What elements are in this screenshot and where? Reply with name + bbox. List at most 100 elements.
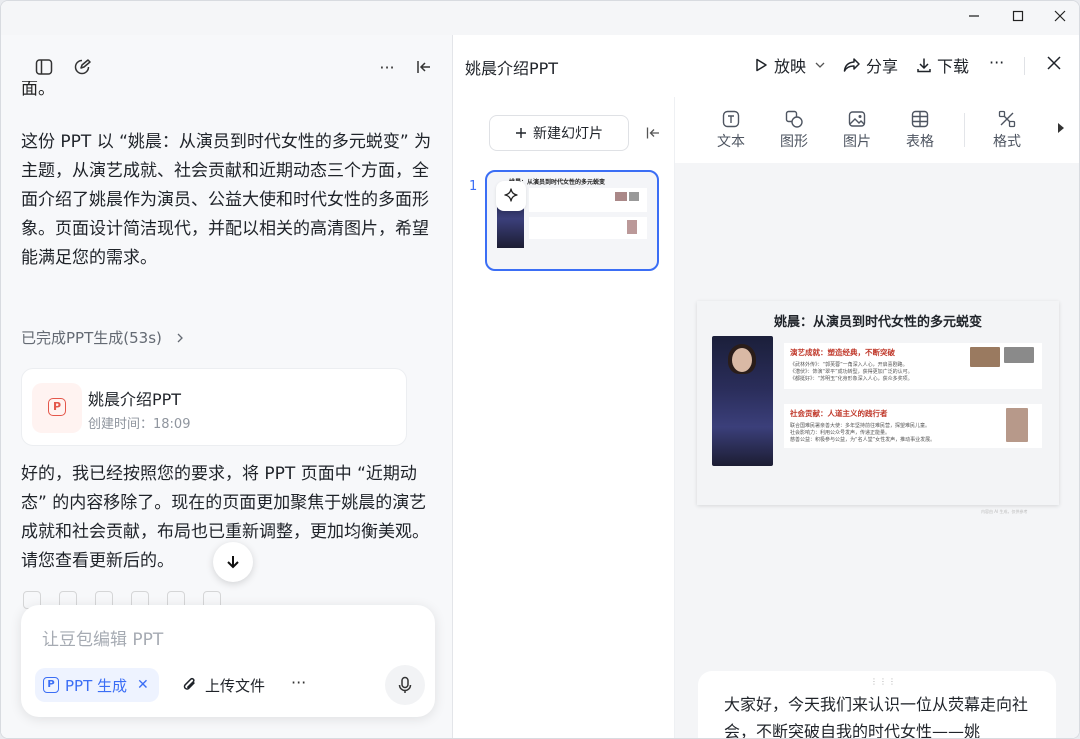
ppt-chip-icon: P (43, 677, 59, 693)
download-button[interactable]: 下载 (916, 53, 969, 77)
sidebar-toggle-button[interactable] (32, 55, 56, 79)
chat-pane: ··· 面。 这份 PPT 以 “姚晨：从演员到时代女性的多元蜕变” 为主题，从… (1, 35, 453, 738)
ppt-pane: 姚晨介绍PPT 放映 分享 下载 ··· 新建幻灯片 1 姚晨：从演员到时代女性… (453, 35, 1079, 738)
close-icon (1047, 56, 1061, 70)
new-slide-button[interactable]: 新建幻灯片 (489, 115, 629, 151)
ppt-file-card[interactable]: P 姚晨介绍PPT 创建时间：18:09 (21, 368, 407, 446)
slide-box-achievements[interactable]: 演艺成就：塑造经典，不断突破 《武林外传》：“郭芙蓉”一角深入人心，开启喜剧路。… (784, 343, 1042, 389)
play-icon (756, 58, 767, 72)
editor-toolbar: 文本 图形 图片 表格 格式 (675, 97, 1079, 163)
edit-icon (74, 59, 91, 75)
slide-thumbnail[interactable]: 姚晨：从演员到时代女性的多元蜕变 (485, 170, 659, 271)
speaker-notes[interactable]: ⋮⋮⋮ 大家好，今天我们来认识一位从荧幕走向社会，不断突破自我的时代女性——姚 (698, 671, 1056, 738)
header-divider (1024, 57, 1025, 75)
maximize-icon (1012, 10, 1024, 22)
sidebar-icon (35, 59, 53, 75)
slide-main-photo[interactable] (712, 336, 773, 466)
box-2-line: 社会影响力：利用公众号发声，传递正能量。 (790, 430, 891, 436)
box-1-line: 《潜伏》：饰演“翠平”成功转型，获得更加广泛的认可。 (790, 369, 913, 375)
assistant-message-2-tail: 。 (157, 551, 174, 571)
collapse-chat-button[interactable] (412, 55, 436, 79)
slide-thumbnails-panel: 新建幻灯片 1 姚晨：从演员到时代女性的多元蜕变 (453, 97, 675, 738)
share-button[interactable]: 分享 (843, 53, 898, 77)
download-label: 下载 (937, 57, 970, 76)
composer-more-button[interactable]: ··· (291, 673, 306, 692)
box-1-line: 《武林外传》：“郭芙蓉”一角深入人心，开启喜剧路。 (790, 362, 908, 368)
minimize-button[interactable] (959, 7, 989, 29)
header-more-button[interactable]: ··· (989, 53, 1004, 72)
thumbnail-mini-photo (627, 220, 637, 234)
tool-image-label: 图片 (843, 134, 871, 150)
chevron-right-icon (177, 333, 183, 343)
tool-image[interactable]: 图片 (835, 109, 879, 151)
voice-input-button[interactable] (385, 665, 425, 705)
box-2-photo (1006, 408, 1028, 442)
slide-canvas[interactable]: 姚晨：从演员到时代女性的多元蜕变 演艺成就：塑造经典，不断突破 《武林外传》：“… (697, 301, 1059, 505)
slide-editor: 文本 图形 图片 表格 格式 姚晨：从演员到时代女性的多元蜕变 演艺成就：塑造经… (675, 97, 1079, 738)
maximize-button[interactable] (1003, 7, 1033, 29)
text-icon (722, 110, 740, 128)
photo-face (732, 348, 752, 372)
ppt-chip-label: PPT 生成 (65, 676, 128, 695)
drag-handle-icon[interactable]: ⋮⋮⋮ (870, 677, 897, 686)
new-chat-button[interactable] (70, 55, 94, 79)
chip-close-icon[interactable]: ✕ (137, 677, 149, 693)
slide-title[interactable]: 姚晨：从演员到时代女性的多元蜕变 (697, 311, 1059, 330)
download-icon (917, 58, 931, 73)
box-1-photo (1004, 347, 1034, 363)
assistant-message-1: 这份 PPT 以 “姚晨：从演员到时代女性的多元蜕变” 为主题，从演艺成就、社会… (21, 132, 432, 268)
slide-box-contribution[interactable]: 社会贡献：人道主义的践行者 联合国难民署亲善大使：多年坚持前往难民营，探望难民儿… (784, 404, 1042, 448)
upload-file-label: 上传文件 (205, 676, 266, 695)
chat-more-button[interactable]: ··· (375, 55, 399, 79)
box-2-heading: 社会贡献：人道主义的践行者 (790, 409, 888, 418)
scroll-to-bottom-button[interactable] (213, 542, 253, 582)
app-window: ··· 面。 这份 PPT 以 “姚晨：从演员到时代女性的多元蜕变” 为主题，从… (0, 0, 1080, 739)
ai-sparkle-button[interactable] (496, 181, 526, 211)
ppt-card-time: 创建时间：18:09 (88, 417, 191, 432)
box-2-line: 慈善公益：积极参与公益，为“名人堂”女性发声，推动事业发展。 (790, 437, 936, 443)
microphone-icon (398, 676, 412, 693)
arrow-down-icon (227, 556, 239, 569)
tool-shape-label: 图形 (780, 134, 808, 150)
tool-text-label: 文本 (717, 134, 745, 150)
thumbnail-mini-photo (615, 192, 627, 201)
share-label: 分享 (866, 57, 899, 76)
close-icon (1054, 10, 1066, 22)
shape-icon (785, 110, 803, 128)
new-slide-label: 新建幻灯片 (533, 126, 603, 142)
message-composer[interactable]: 让豆包编辑 PPT P PPT 生成 ✕ 上传文件 ··· (21, 605, 435, 717)
ppt-header: 姚晨介绍PPT 放映 分享 下载 ··· (453, 35, 1079, 97)
present-button[interactable]: 放映 (753, 53, 825, 77)
generation-status-link[interactable]: 已完成PPT生成(53s) (21, 327, 185, 348)
more-icon: ··· (379, 57, 395, 77)
close-ppt-button[interactable] (1047, 55, 1061, 74)
close-window-button[interactable] (1045, 7, 1075, 29)
sparkle-icon (504, 188, 518, 202)
composer-input[interactable]: 让豆包编辑 PPT (42, 625, 163, 650)
slide-number: 1 (469, 179, 478, 194)
toolbar-more-button[interactable] (1057, 123, 1065, 136)
paperclip-icon (183, 677, 195, 690)
box-1-photo (970, 347, 1000, 367)
present-label: 放映 (774, 57, 807, 76)
more-icon: ··· (989, 53, 1005, 72)
collapse-left-icon (646, 127, 659, 139)
collapse-thumbnails-button[interactable] (646, 125, 660, 144)
speaker-notes-text[interactable]: 大家好，今天我们来认识一位从荧幕走向社会，不断突破自我的时代女性——姚 (724, 691, 1034, 738)
upload-file-button[interactable]: 上传文件 (181, 668, 265, 702)
tool-text[interactable]: 文本 (709, 109, 753, 151)
image-icon (848, 111, 866, 127)
box-1-line: 《都挺好》：“苏明玉”化身形象深入人心，获众多奖项。 (790, 376, 913, 382)
share-arrow-icon (843, 58, 860, 72)
tool-table-label: 表格 (906, 134, 934, 150)
thumbnail-mini-photo (629, 192, 639, 201)
box-2-line: 联合国难民署亲善大使：多年坚持前往难民营，探望难民儿童。 (790, 423, 931, 429)
ppt-mode-chip[interactable]: P PPT 生成 ✕ (35, 668, 159, 702)
truncated-text: 面。 (21, 81, 51, 97)
tool-shape[interactable]: 图形 (772, 109, 816, 151)
tool-format-label: 格式 (993, 134, 1021, 150)
ppt-title: 姚晨介绍PPT (465, 59, 559, 78)
chevron-down-icon (815, 62, 825, 68)
tool-format[interactable]: 格式 (985, 109, 1029, 151)
tool-table[interactable]: 表格 (898, 109, 942, 151)
